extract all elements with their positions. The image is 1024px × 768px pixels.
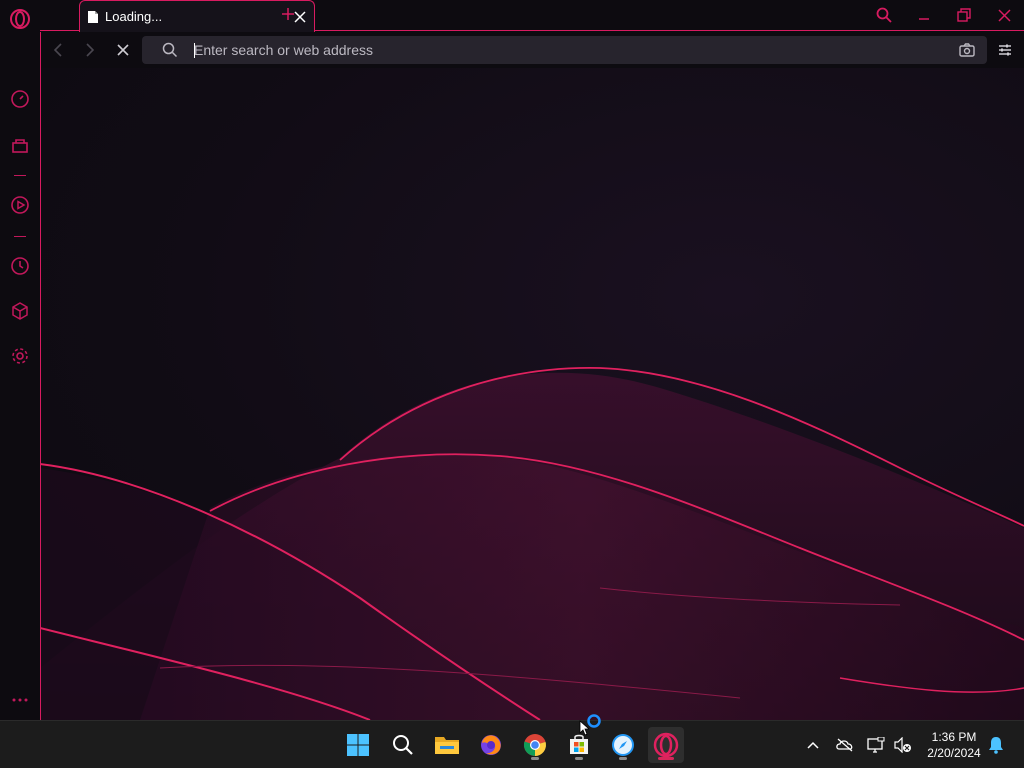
clock-icon[interactable] xyxy=(9,255,31,277)
chevron-up-icon[interactable] xyxy=(803,735,823,755)
page-content[interactable] xyxy=(40,68,1024,720)
chrome-icon[interactable] xyxy=(517,727,553,763)
restore-icon[interactable] xyxy=(951,4,977,26)
opera-logo-icon[interactable] xyxy=(9,8,31,30)
title-bar: Loading... xyxy=(40,0,1024,32)
address-bar[interactable] xyxy=(142,36,987,64)
mouse-pointer-icon xyxy=(579,720,591,741)
sidebar-separator xyxy=(14,236,26,237)
volume-muted-icon[interactable] xyxy=(893,735,913,755)
running-indicator xyxy=(531,757,539,760)
taskbar: 1:36 PM 2/20/2024 xyxy=(0,714,1024,768)
bag-icon[interactable] xyxy=(9,134,31,156)
running-indicator xyxy=(619,757,627,760)
forward-icon[interactable] xyxy=(80,40,100,60)
gauge-icon[interactable] xyxy=(9,88,31,110)
browser-frame-border xyxy=(40,32,41,720)
running-indicator xyxy=(575,757,583,760)
new-tab-icon[interactable] xyxy=(281,7,295,26)
ellipsis-icon[interactable] xyxy=(9,689,31,711)
search-icon[interactable] xyxy=(385,727,421,763)
easy-setup-icon[interactable] xyxy=(995,40,1015,60)
close-window-icon[interactable] xyxy=(991,4,1017,26)
back-icon[interactable] xyxy=(48,40,68,60)
address-input[interactable] xyxy=(194,36,894,64)
active-indicator xyxy=(658,757,674,760)
clock[interactable]: 1:36 PM 2/20/2024 xyxy=(920,729,988,761)
close-tab-icon[interactable] xyxy=(294,10,306,23)
onedrive-offline-icon[interactable] xyxy=(835,735,855,755)
notification-bell-icon[interactable] xyxy=(986,735,1006,755)
network-icon[interactable] xyxy=(866,735,886,755)
stop-loading-icon[interactable] xyxy=(113,40,133,60)
search-tabs-icon[interactable] xyxy=(871,4,897,26)
gear-icon[interactable] xyxy=(9,345,31,367)
cube-icon[interactable] xyxy=(9,300,31,322)
search-icon xyxy=(162,42,178,58)
firefox-icon[interactable] xyxy=(473,727,509,763)
sidebar xyxy=(0,0,40,720)
folder-icon[interactable] xyxy=(429,727,465,763)
tab-title: Loading... xyxy=(105,9,163,24)
play-icon[interactable] xyxy=(9,194,31,216)
text-caret xyxy=(194,43,195,58)
page-icon xyxy=(87,10,99,24)
camera-icon[interactable] xyxy=(959,42,975,58)
compass-icon[interactable] xyxy=(605,727,641,763)
minimize-icon[interactable] xyxy=(911,4,937,26)
wave-wallpaper xyxy=(40,366,1024,720)
tab-loading[interactable]: Loading... xyxy=(79,0,315,32)
clock-date: 2/20/2024 xyxy=(927,746,981,760)
windows-icon[interactable] xyxy=(340,727,376,763)
opera-icon[interactable] xyxy=(648,727,684,763)
clock-time: 1:36 PM xyxy=(931,730,977,744)
sidebar-separator xyxy=(14,175,26,176)
toolbar xyxy=(40,32,1024,68)
